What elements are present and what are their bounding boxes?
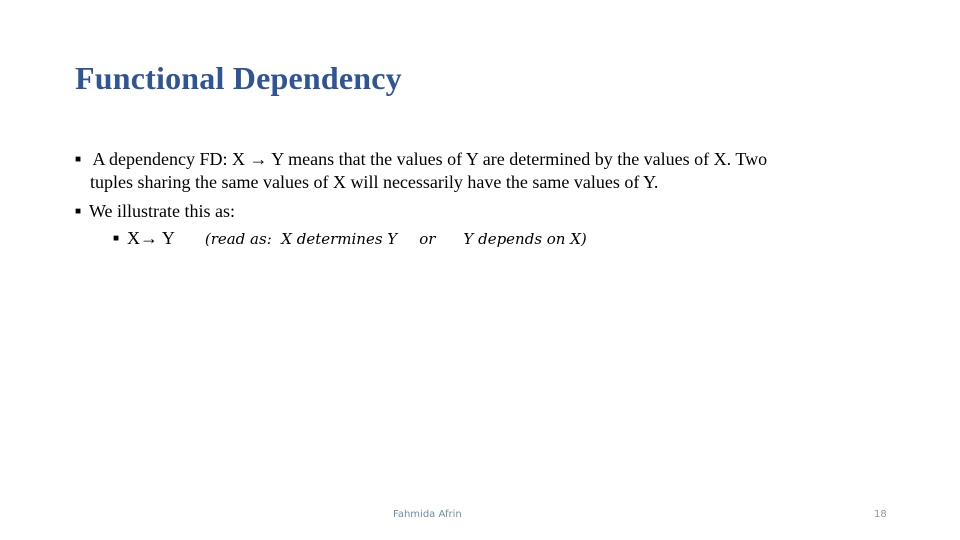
bullet-illustrate: ■ We illustrate this as: bbox=[75, 201, 235, 222]
slide-number: 18 bbox=[874, 509, 887, 520]
bullet-text: We illustrate this as: bbox=[89, 201, 236, 221]
sub-bullet-notation: ■ X→ Y (read as: X determines Y or Y depends… bbox=[113, 228, 587, 249]
footer-author: Fahmida Afrin bbox=[393, 509, 462, 520]
bullet-square-icon: ■ bbox=[75, 206, 82, 217]
bullet-text-line2: tuples sharing the same values of X will… bbox=[90, 172, 659, 192]
reading-or: or bbox=[419, 230, 436, 248]
bullet-square-icon: ■ bbox=[75, 154, 82, 165]
bullet-square-icon: ■ bbox=[113, 233, 120, 244]
reading-suffix: Y depends on X) bbox=[463, 230, 587, 248]
bullet-fd-definition: ■ A dependency FD: X → Y means that the … bbox=[75, 148, 875, 194]
slide-title: Functional Dependency bbox=[75, 60, 402, 96]
fd-expression: X→ Y bbox=[127, 228, 175, 248]
bullet-text-line1: A dependency FD: X → Y means that the va… bbox=[89, 149, 768, 169]
reading-prefix: (read as: X determines Y bbox=[204, 230, 398, 248]
